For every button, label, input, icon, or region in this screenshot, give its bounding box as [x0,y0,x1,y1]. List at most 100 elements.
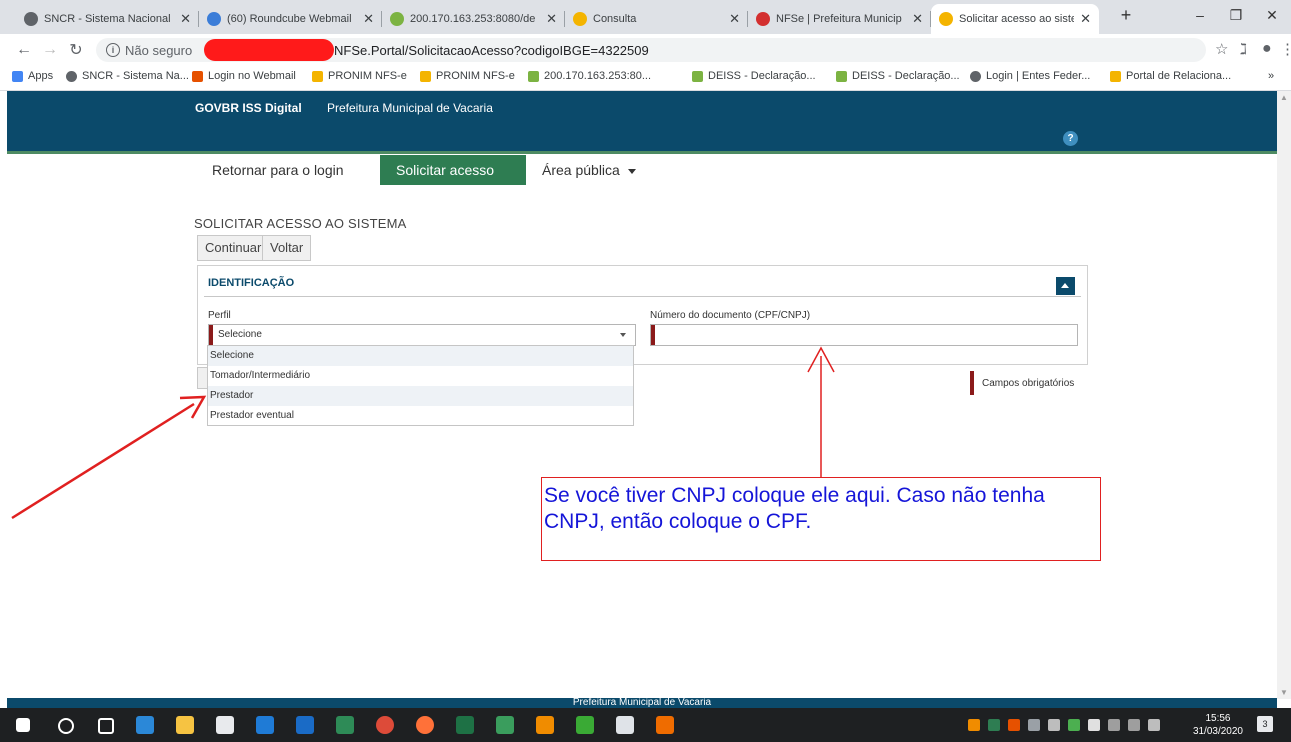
close-tab-icon[interactable]: ✕ [912,11,923,27]
tp-app-icon[interactable] [576,716,594,734]
back-button[interactable]: Voltar [262,235,312,261]
page-scrollbar[interactable]: ▲ ▼ [1277,91,1291,699]
battery-icon[interactable] [1048,719,1060,731]
volume-icon[interactable] [1128,719,1140,731]
leaf-icon [528,70,539,82]
scroll-down-icon[interactable]: ▼ [1280,688,1288,697]
firefox-icon[interactable] [416,716,434,734]
tab-title: Consulta [593,13,637,25]
notification-center-icon[interactable]: 3 [1257,716,1273,732]
site-header: GOVBR ISS Digital Prefeitura Municipal d… [7,91,1277,127]
flame-app-icon[interactable] [536,716,554,734]
bookmark-item[interactable]: Login | Entes Feder... [970,70,1090,82]
tab-return-login[interactable]: Retornar para o login [196,155,360,185]
profile-option[interactable]: Selecione [208,346,633,366]
bookmark-item[interactable]: SNCR - Sistema Na... [66,70,189,82]
tab-public-area[interactable]: Área pública [526,155,652,185]
collapse-icon[interactable] [1056,277,1075,295]
windows-taskbar: 15:56 31/03/2020 3 [0,708,1291,742]
document-number-input[interactable] [650,324,1078,346]
tray-app-icon[interactable] [968,719,980,731]
bookmark-apps[interactable]: Apps [12,70,53,82]
tab-title: Solicitar acesso ao sistem [959,13,1075,25]
leaf-icon [390,12,404,26]
continue-button[interactable]: Continuar [197,235,270,261]
close-tab-icon[interactable]: ✕ [1080,11,1091,27]
restore-button[interactable]: ❐ [1216,4,1256,26]
chrome-icon[interactable] [376,716,394,734]
globe-icon [970,70,981,82]
menu-dots-icon[interactable]: ⋮ [1280,40,1291,58]
ar-app-icon[interactable] [496,716,514,734]
tray-app-icon[interactable] [1008,719,1020,731]
mail-icon[interactable] [256,716,274,734]
bookmark-item[interactable]: PRONIM NFS-e [420,70,515,82]
tray-app-icon[interactable] [988,719,1000,731]
tab-public-area-label: Área pública [542,162,620,178]
star-icon[interactable]: ☆ [1215,40,1228,58]
close-tab-icon[interactable]: ✕ [729,11,740,27]
close-tab-icon[interactable]: ✕ [363,11,374,27]
close-window-button[interactable]: ✕ [1252,4,1291,26]
security-indicator[interactable]: i Não seguro [106,43,192,58]
windows-start-icon[interactable] [16,718,30,732]
profile-option[interactable]: Prestador [208,386,633,406]
webmail-icon [192,70,203,82]
tray-app-icon[interactable] [1068,719,1080,731]
edge-icon[interactable] [136,716,154,734]
bookmarks-overflow[interactable]: » [1268,70,1274,82]
bookmark-item[interactable]: DEISS - Declaração... [836,70,960,82]
browser-tab[interactable]: NFSe | Prefeitura Municip ✕ [748,4,931,34]
tray-app-icon[interactable] [1028,719,1040,731]
excel-icon[interactable] [456,716,474,734]
bookmark-item[interactable]: PRONIM NFS-e [312,70,407,82]
search-icon[interactable] [58,718,74,734]
orange-app-icon[interactable] [656,716,674,734]
browser-tab[interactable]: (60) Roundcube Webmail ✕ [199,4,382,34]
required-legend-text: Campos obrigatórios [982,377,1075,389]
profile-select-value: Selecione [218,329,262,340]
reload-icon[interactable]: ↻ [66,40,86,60]
bookmark-item[interactable]: DEISS - Declaração... [692,70,816,82]
system-clock[interactable]: 15:56 31/03/2020 [1193,712,1243,738]
bookmark-item[interactable]: Portal de Relaciona... [1110,70,1231,82]
file-explorer-icon[interactable] [176,716,194,734]
browser-tab[interactable]: SNCR - Sistema Nacional ✕ [16,4,199,34]
scroll-up-icon[interactable]: ▲ [1280,93,1288,102]
ar-app-icon[interactable] [336,716,354,734]
close-tab-icon[interactable]: ✕ [180,11,191,27]
address-bar[interactable]: i Não seguro NFSe.Portal/SolicitacaoAces… [96,38,1206,62]
tab-request-access[interactable]: Solicitar acesso [380,155,526,185]
help-icon[interactable]: ? [1063,131,1078,146]
info-icon: i [106,43,120,57]
back-arrow-icon[interactable]: ← [14,40,34,60]
minimize-button[interactable]: – [1180,4,1220,26]
new-tab-button[interactable]: + [1106,4,1146,26]
browser-tab[interactable]: 200.170.163.253:8080/de ✕ [382,4,565,34]
internet-explorer-icon[interactable] [296,716,314,734]
profile-select[interactable]: Selecione [208,324,636,346]
profile-icon[interactable]: ● [1262,40,1272,58]
close-tab-icon[interactable]: ✕ [546,11,557,27]
section-title: IDENTIFICAÇÃO [208,277,295,289]
extension-icon[interactable]: ℷ [1240,40,1247,58]
tray-app-icon[interactable] [1088,719,1100,731]
forward-arrow-icon[interactable]: → [40,40,60,60]
header-divider [7,151,1277,154]
task-view-icon[interactable] [98,718,114,734]
profile-option[interactable]: Tomador/Intermediário [208,366,633,386]
bookmark-label: PRONIM NFS-e [328,70,407,82]
browser-tab-active[interactable]: Solicitar acesso ao sistem ✕ [931,4,1099,34]
bookmark-item[interactable]: 200.170.163.253:80... [528,70,651,82]
brand-name[interactable]: GOVBR ISS Digital [195,101,302,115]
bookmark-item[interactable]: Login no Webmail [192,70,296,82]
profile-option[interactable]: Prestador eventual [208,406,633,426]
store-icon[interactable] [216,716,234,734]
bookmark-label: Apps [28,70,54,82]
browser-tab[interactable]: Consulta ✕ [565,4,748,34]
keyboard-icon[interactable] [1148,719,1160,731]
chevron-down-icon [627,168,636,174]
bookmark-label: Portal de Relaciona... [1126,70,1232,82]
network-icon[interactable] [1108,719,1120,731]
document-app-icon[interactable] [616,716,634,734]
